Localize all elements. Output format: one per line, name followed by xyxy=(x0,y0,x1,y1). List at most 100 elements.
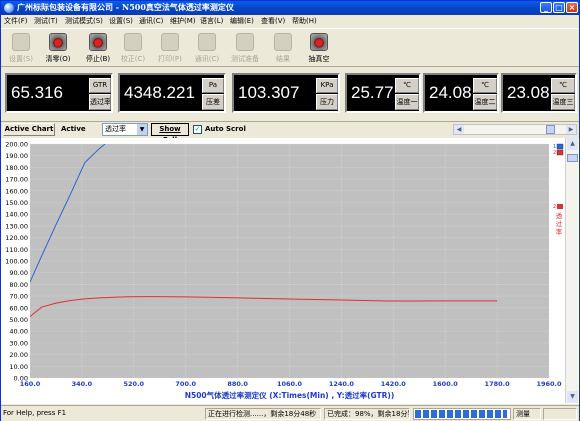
window-title: 广州标际包装设备有限公司 - N500真空法气体透过率测定仪 xyxy=(17,2,234,12)
chart-area: 0.00 10.00 20.00 30.00 40.00 50.00 60.00 70.00 8… xyxy=(1,138,579,404)
scroll-thumb[interactable] xyxy=(546,125,555,134)
vertical-scrollbar[interactable]: ▲ ▼ xyxy=(565,138,578,403)
legend-swatch xyxy=(556,149,564,156)
scroll-thumb[interactable] xyxy=(567,154,578,162)
scroll-up-icon[interactable]: ▲ xyxy=(567,138,578,150)
menu-edit[interactable]: 编辑(E) xyxy=(230,16,254,26)
menu-test[interactable]: 测试(T) xyxy=(34,16,58,26)
active-label: Active xyxy=(61,125,86,133)
y-tick-label: 140.00 xyxy=(5,211,28,219)
readout-label: 压差 xyxy=(202,94,224,110)
readout-pressure: 103.307 KPa 压力 xyxy=(232,73,340,113)
menu-language[interactable]: 语言(L) xyxy=(200,16,223,26)
scroll-down-icon[interactable]: ▼ xyxy=(567,391,578,403)
readout-temp-3: 23.08 ℃ 温度三 xyxy=(501,73,577,113)
result-icon xyxy=(274,33,292,51)
active-chart-button[interactable]: Active Chart xyxy=(3,123,55,136)
x-tick-label: 1240.0 xyxy=(329,380,355,388)
zero-button[interactable]: 清零(O) xyxy=(41,31,75,66)
y-tick-label: 120.00 xyxy=(5,234,28,242)
status-done-text: 已完成：98%，剩余18分钟 xyxy=(324,408,410,420)
readout-unit: Pa xyxy=(202,78,224,93)
gtr-chart: 0.0010.0020.0030.0040.0050.0060.0070.008… xyxy=(5,141,564,400)
legend-series-name: 透 xyxy=(556,212,563,220)
menu-bar: 文件(F) 测试(T) 测试模式(S) 设置(S) 通讯(C) 维护(M) 语言… xyxy=(1,15,579,27)
x-tick-label: 520.0 xyxy=(124,380,145,388)
y-tick-label: 150.00 xyxy=(5,199,28,207)
auto-scroll-checkbox[interactable]: ✓ xyxy=(193,125,202,134)
prepare-button-label: 测试准备 xyxy=(231,55,259,63)
x-tick-label: 1600.0 xyxy=(433,380,459,388)
print-icon xyxy=(161,33,179,51)
x-tick-label: 1780.0 xyxy=(485,380,511,388)
series-select[interactable]: 透过率 ▼ xyxy=(102,123,148,136)
close-button[interactable]: × xyxy=(566,2,578,13)
y-tick-label: 30.00 xyxy=(9,339,28,347)
settings-button[interactable]: 设置(S) xyxy=(5,31,37,66)
progress-bar xyxy=(413,408,511,420)
y-tick-label: 130.00 xyxy=(5,222,28,230)
y-tick-label: 10.00 xyxy=(9,363,28,371)
y-tick-label: 50.00 xyxy=(9,316,28,324)
horizontal-scrollbar[interactable]: ◀ ▶ xyxy=(453,124,577,135)
menu-test-mode[interactable]: 测试模式(S) xyxy=(65,16,103,26)
readout-unit: ℃ xyxy=(473,78,497,93)
readout-label: 温度三 xyxy=(551,94,575,110)
menu-view[interactable]: 查看(V) xyxy=(261,16,285,26)
menu-help[interactable]: 帮助(H) xyxy=(292,16,317,26)
communication-icon xyxy=(198,33,216,51)
title-bar[interactable]: 广州标际包装设备有限公司 - N500真空法气体透过率测定仪 _ □ × xyxy=(1,1,579,15)
readout-unit: ℃ xyxy=(395,78,419,93)
y-tick-label: 160.00 xyxy=(5,187,28,195)
y-tick-label: 80.00 xyxy=(9,281,28,289)
readout-value: 4348.221 xyxy=(124,83,195,102)
y-tick-label: 200.00 xyxy=(5,141,28,149)
vacuum-button[interactable]: 抽真空 xyxy=(303,31,335,66)
readout-unit: ℃ xyxy=(551,78,575,93)
result-button[interactable]: 结果 xyxy=(269,31,297,66)
calibrate-button-label: 校正(C) xyxy=(120,55,146,63)
x-axis-ticks: 160.0 340.0 520.0 700.0 880.0 1060.0 1240.0 142… xyxy=(20,380,562,388)
y-tick-label: 40.00 xyxy=(9,328,28,336)
legend-swatch xyxy=(556,143,564,150)
calibrate-button[interactable]: 校正(C) xyxy=(117,31,149,66)
menu-communication[interactable]: 通讯(C) xyxy=(139,16,163,26)
main-window: 广州标际包装设备有限公司 - N500真空法气体透过率测定仪 _ □ × 文件(… xyxy=(0,0,580,421)
vacuum-button-label: 抽真空 xyxy=(308,55,330,63)
readout-value: 24.08 xyxy=(429,83,472,102)
readout-temp-2: 24.08 ℃ 温度二 xyxy=(423,73,499,113)
show-full-button[interactable]: Show Full xyxy=(151,123,189,144)
toolbar: 设置(S) 清零(O) 停止(B) 校正(C) 打印(P) 通讯(C) 测试准备 xyxy=(1,28,579,67)
print-button[interactable]: 打印(P) xyxy=(154,31,186,66)
readout-unit: GTR xyxy=(89,78,111,93)
x-tick-label: 1960.0 xyxy=(536,380,562,388)
print-button-label: 打印(P) xyxy=(158,55,182,63)
stop-icon xyxy=(89,33,107,51)
scroll-right-icon[interactable]: ▶ xyxy=(566,125,576,134)
app-icon xyxy=(4,3,14,13)
menu-file[interactable]: 文件(F) xyxy=(4,16,28,26)
readout-value: 25.77 xyxy=(351,83,394,102)
prepare-button[interactable]: 测试准备 xyxy=(225,31,265,66)
status-bar: For Help, press F1 正在进行检测......，剩余18分48秒… xyxy=(1,405,579,421)
stop-button[interactable]: 停止(B) xyxy=(81,31,115,66)
status-blank xyxy=(543,408,577,420)
readout-pressure-diff: 4348.221 Pa 压差 xyxy=(118,73,226,113)
menu-maintenance[interactable]: 维护(M) xyxy=(170,16,196,26)
communication-button[interactable]: 通讯(C) xyxy=(191,31,223,66)
readout-unit: KPa xyxy=(316,78,338,93)
x-tick-label: 880.0 xyxy=(227,380,248,388)
maximize-button[interactable]: □ xyxy=(553,2,565,13)
menu-settings[interactable]: 设置(S) xyxy=(109,16,133,26)
status-progress-text: 正在进行检测......，剩余18分48秒 xyxy=(205,408,321,420)
scroll-left-icon[interactable]: ◀ xyxy=(454,125,464,134)
status-mode: 测量 xyxy=(513,408,541,420)
readout-value: 103.307 xyxy=(238,83,300,102)
readout-gtr: 65.316 GTR 透过率 xyxy=(5,73,113,113)
chevron-down-icon[interactable]: ▼ xyxy=(137,124,147,135)
y-tick-label: 70.00 xyxy=(9,293,28,301)
legend-marker: 2 xyxy=(553,150,556,156)
minimize-button[interactable]: _ xyxy=(540,2,552,13)
y-tick-label: 180.00 xyxy=(5,164,28,172)
chart-toolbar: Active Chart Active 透过率 ▼ Show Full ✓ Au… xyxy=(1,121,579,144)
